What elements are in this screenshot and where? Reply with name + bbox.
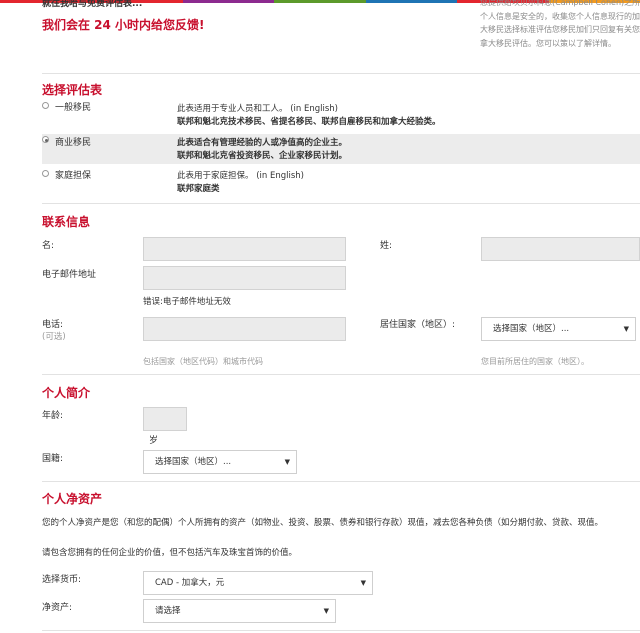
section-title-profile: 个人简介 [42, 386, 91, 400]
nationality-label: 国籍: [42, 454, 64, 464]
first-name-input[interactable] [143, 237, 346, 261]
last-name-label: 姓: [380, 241, 393, 251]
phone-input[interactable] [143, 317, 346, 341]
last-name-input[interactable] [481, 237, 640, 261]
age-input[interactable] [143, 407, 187, 431]
currency-select-value: CAD - 加拿大，元 [155, 578, 225, 588]
radio-general-immigration[interactable] [42, 102, 49, 109]
divider [42, 73, 640, 74]
first-name-label: 名: [42, 241, 55, 251]
currency-label: 选择货币: [42, 575, 82, 585]
residence-label: 居住国家（地区）: [380, 320, 456, 330]
divider [42, 374, 640, 375]
strip-segment [365, 0, 458, 3]
residence-hint: 您目前所居住的国家（地区）。 [481, 357, 589, 366]
email-input[interactable] [143, 266, 346, 290]
strip-segment [182, 0, 275, 3]
option-programs-business: 联邦和魁北克省投资移民、企业家移民计划。 [177, 151, 348, 161]
currency-select[interactable]: CAD - 加拿大，元 ▼ [143, 571, 373, 595]
divider [42, 203, 640, 204]
response-promise-heading: 我们会在 24 小时内给您反馈! [42, 18, 205, 32]
privacy-note: 您提供给坎贝尔科恩(Campbell Cohen)之所的个人信息是安全的，收集您… [480, 0, 640, 48]
divider [42, 481, 640, 482]
networth-select[interactable]: 请选择 ▼ [143, 599, 336, 623]
radio-business-immigration[interactable] [42, 136, 49, 143]
nationality-select[interactable]: 选择国家（地区）... ▼ [143, 450, 297, 474]
option-programs-general: 联邦和魁北克技术移民、省提名移民、联邦自雇移民和加拿大经验类。 [177, 117, 441, 127]
phone-hint: 包括国家（地区代码）和城市代码 [143, 357, 263, 366]
radio-family-sponsorship[interactable] [42, 170, 49, 177]
chevron-down-icon: ▼ [323, 607, 329, 615]
residence-select[interactable]: 选择国家（地区）... ▼ [481, 317, 636, 341]
networth-description: 您的个人净资产是您（和您的配偶）个人所拥有的资产（如物业、投资、股票、债券和银行… [42, 518, 604, 528]
section-title-networth: 个人净资产 [42, 492, 103, 506]
nationality-select-value: 选择国家（地区）... [155, 457, 232, 467]
email-label: 电子邮件地址 [42, 270, 97, 280]
chevron-down-icon: ▼ [284, 458, 290, 466]
option-label-family[interactable]: 家庭担保 [55, 168, 91, 181]
option-desc-family: 此表用于家庭担保。 (in English) [177, 171, 304, 181]
networth-select-value: 请选择 [155, 606, 181, 616]
age-label: 年龄: [42, 411, 64, 421]
phone-optional-label: (可选) [42, 332, 66, 342]
networth-label: 净资产: [42, 603, 73, 613]
chevron-down-icon: ▼ [360, 579, 366, 587]
strip-segment [274, 0, 366, 3]
chevron-down-icon: ▼ [623, 325, 629, 333]
divider [42, 630, 640, 631]
section-title-select-form: 选择评估表 [42, 83, 103, 97]
email-error: 错误:电子邮件地址无效 [143, 297, 231, 307]
option-label-general[interactable]: 一般移民 [55, 100, 91, 113]
option-desc-business: 此表适合有管理经验的人或净值高的企业主。 [177, 138, 348, 148]
option-desc-general: 此表适用于专业人员和工人。 (in English) [177, 104, 338, 114]
section-title-contact: 联系信息 [42, 215, 91, 229]
option-label-business[interactable]: 商业移民 [55, 135, 91, 148]
residence-select-value: 选择国家（地区）... [493, 324, 570, 334]
networth-business-note: 请包含您拥有的任何企业的价值，但不包括汽车及珠宝首饰的价值。 [42, 548, 298, 558]
cut-off-heading: 就往我哈与免费评估表... [42, 0, 143, 9]
option-programs-family: 联邦家庭类 [177, 184, 220, 194]
age-unit: 岁 [149, 436, 159, 446]
phone-label: 电话: [42, 320, 64, 330]
